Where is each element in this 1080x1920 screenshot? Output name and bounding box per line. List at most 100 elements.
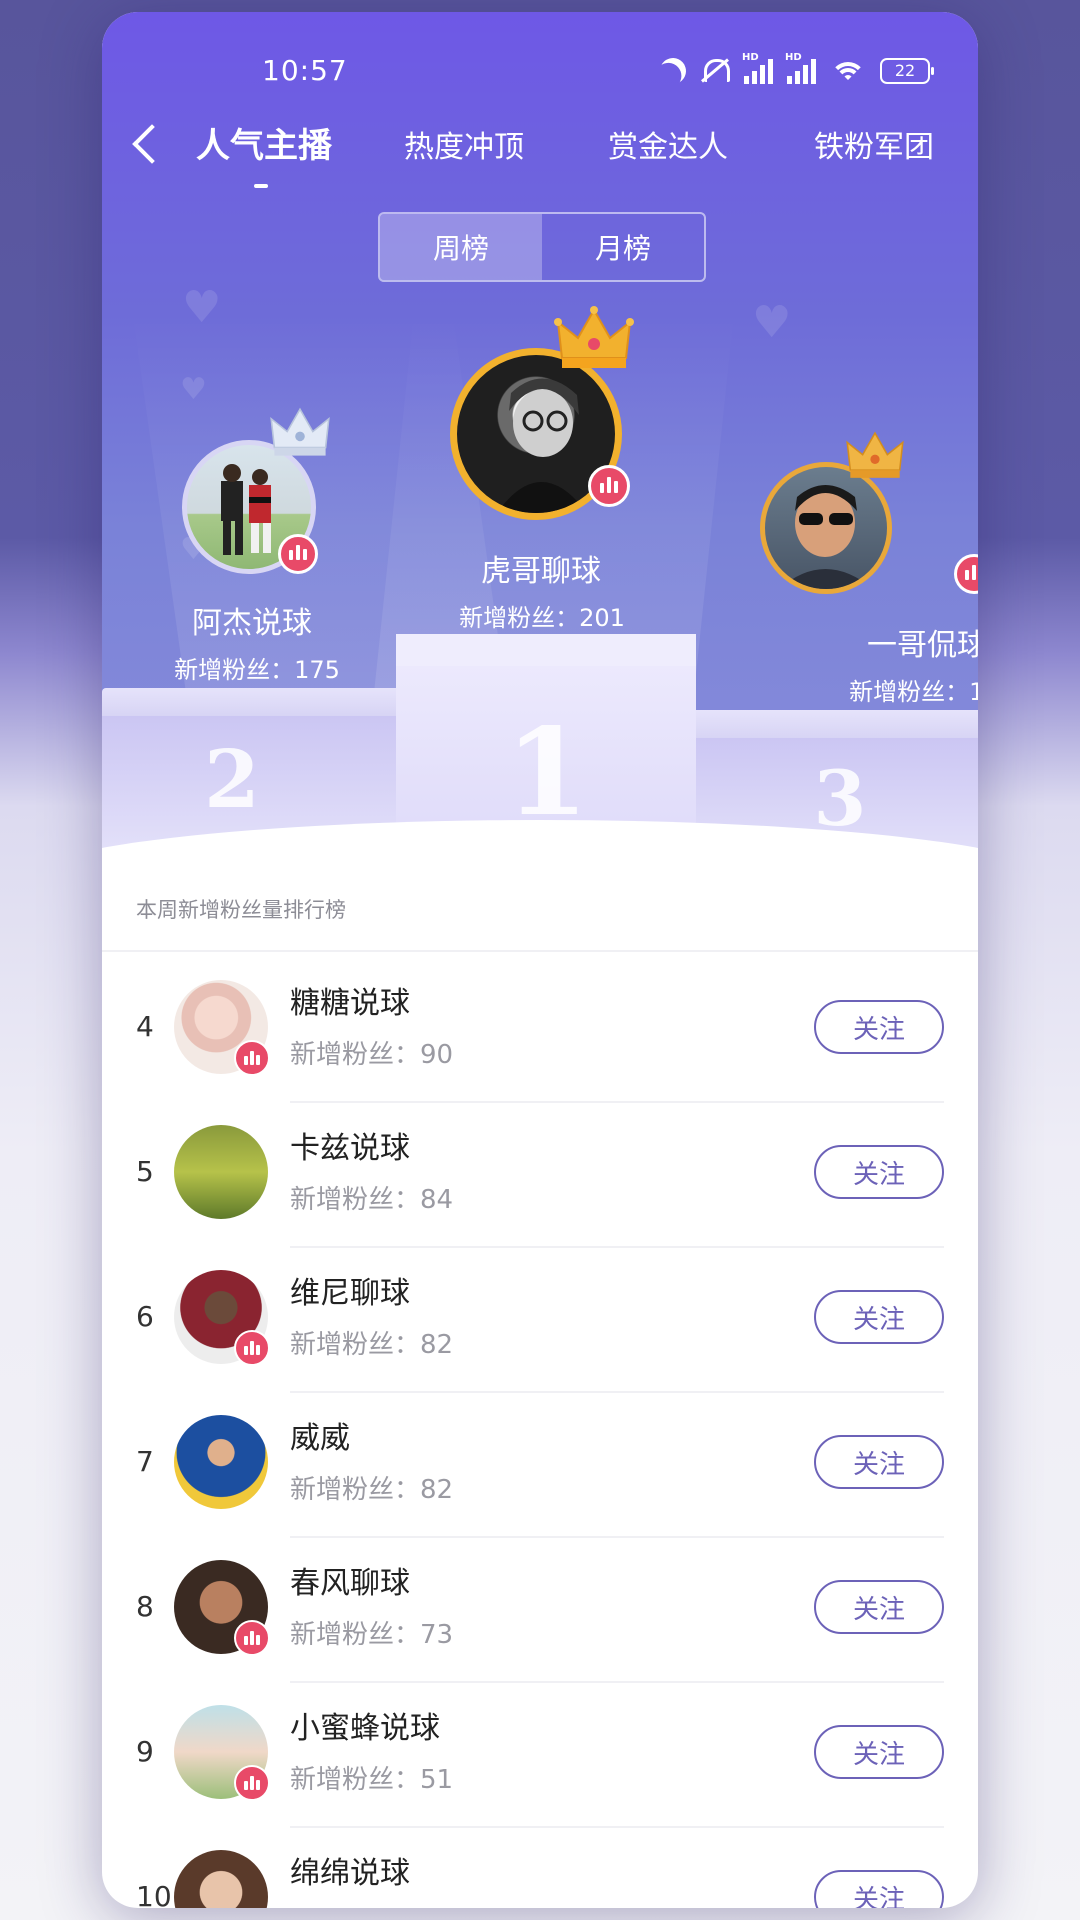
- anchor-name[interactable]: 糖糖说球: [290, 978, 410, 1022]
- anchor-name[interactable]: 威威: [290, 1413, 350, 1457]
- list-item[interactable]: 4 糖糖说球新增粉丝：90 关注: [102, 958, 978, 1103]
- first-fans: 新增粉丝：201: [392, 598, 692, 633]
- fans-label: 新增粉丝：: [849, 678, 970, 706]
- heart-decoration-icon: ♥: [182, 282, 222, 333]
- heart-decoration-icon: ♥: [752, 297, 792, 348]
- rank-number: 6: [136, 1300, 154, 1333]
- fans-value: 175: [294, 656, 340, 684]
- anchor-fans: 新增粉丝：47: [290, 1904, 453, 1908]
- first-name[interactable]: 虎哥聊球: [436, 546, 646, 590]
- list-item[interactable]: 8 春风聊球新增粉丝：73 关注: [102, 1538, 978, 1683]
- list-item[interactable]: 6 维尼聊球新增粉丝：82 关注: [102, 1248, 978, 1393]
- active-tab-indicator: [254, 184, 268, 188]
- hd-label: HD: [742, 52, 759, 63]
- fans-label: 新增粉丝：: [290, 1185, 421, 1215]
- fans-value: 73: [420, 1620, 454, 1650]
- leaderboard-hero: ♥ ♥ ♥ ♥ 10:57 HD HD 22 人气主播 热度冲顶 赏金达人 铁粉…: [102, 12, 978, 872]
- live-badge-icon: [234, 1620, 270, 1656]
- anchor-name[interactable]: 小蜜蜂说球: [290, 1703, 440, 1747]
- anchor-fans: 新增粉丝：73: [290, 1614, 453, 1651]
- stage-1-top: [396, 634, 696, 668]
- fans-label: 新增粉丝：: [459, 604, 580, 632]
- anchor-name[interactable]: 绵绵说球: [290, 1848, 410, 1892]
- avatar[interactable]: [174, 1850, 268, 1908]
- silver-crown-icon: [270, 407, 330, 456]
- anchor-fans: 新增粉丝：51: [290, 1759, 453, 1796]
- follow-button[interactable]: 关注: [814, 1580, 944, 1634]
- follow-button[interactable]: 关注: [814, 1290, 944, 1344]
- fans-value: 201: [579, 604, 625, 632]
- avatar-photo: [779, 485, 873, 589]
- app-screen: ♥ ♥ ♥ ♥ 10:57 HD HD 22 人气主播 热度冲顶 赏金达人 铁粉…: [102, 12, 978, 1908]
- signal-icon: HD: [742, 52, 773, 84]
- rank-number: 7: [136, 1445, 154, 1478]
- stage-2-top: [102, 688, 396, 718]
- anchor-fans: 新增粉丝：84: [290, 1179, 453, 1216]
- anchor-name[interactable]: 卡兹说球: [290, 1123, 410, 1167]
- period-switcher: 周榜 月榜: [378, 212, 706, 282]
- list-item[interactable]: 9 小蜜蜂说球新增粉丝：51 关注: [102, 1683, 978, 1828]
- third-fans: 新增粉丝：145: [792, 672, 978, 707]
- moon-icon: [656, 54, 689, 87]
- anchor-fans: 新增粉丝：90: [290, 1034, 453, 1071]
- wifi-icon: [830, 58, 866, 84]
- status-icons: HD HD 22: [660, 52, 934, 86]
- battery-icon: 22: [880, 58, 934, 84]
- follow-button[interactable]: 关注: [814, 1870, 944, 1908]
- status-bar: 10:57 HD HD 22: [102, 12, 978, 112]
- rank-number: 5: [136, 1155, 154, 1188]
- divider: [102, 950, 978, 952]
- follow-button[interactable]: 关注: [814, 1725, 944, 1779]
- anchor-name[interactable]: 春风聊球: [290, 1558, 410, 1602]
- anchor-fans: 新增粉丝：82: [290, 1324, 453, 1361]
- list-caption: 本周新增粉丝量排行榜: [136, 898, 346, 922]
- fans-label: 新增粉丝：: [290, 1765, 421, 1795]
- rank-number: 10: [136, 1880, 172, 1908]
- list-item[interactable]: 7 威威新增粉丝：82 关注: [102, 1393, 978, 1538]
- live-badge-icon: [234, 1040, 270, 1076]
- fans-value: 51: [420, 1765, 454, 1795]
- third-name[interactable]: 一哥侃球: [822, 620, 978, 664]
- tab-loyal-fans[interactable]: 铁粉军团: [814, 122, 934, 166]
- rank-number: 8: [136, 1590, 154, 1623]
- anchor-name[interactable]: 维尼聊球: [290, 1268, 410, 1312]
- fans-label: 新增粉丝：: [174, 656, 295, 684]
- follow-button[interactable]: 关注: [814, 1435, 944, 1489]
- live-badge-icon: [278, 534, 318, 574]
- rank-number: 4: [136, 1010, 154, 1043]
- tab-popular-anchor[interactable]: 人气主播: [196, 118, 332, 167]
- anchor-fans: 新增粉丝：82: [290, 1469, 453, 1506]
- second-name[interactable]: 阿杰说球: [142, 598, 362, 642]
- list-item[interactable]: 10 绵绵说球新增粉丝：47 关注: [102, 1828, 978, 1908]
- fans-label: 新增粉丝：: [290, 1330, 421, 1360]
- stage-2-number: 2: [204, 732, 260, 826]
- fans-value: 90: [420, 1040, 454, 1070]
- fans-value: 84: [420, 1185, 454, 1215]
- fans-value: 82: [420, 1330, 454, 1360]
- follow-button[interactable]: 关注: [814, 1145, 944, 1199]
- tab-bounty-master[interactable]: 赏金达人: [608, 122, 728, 166]
- signal-icon: HD: [785, 52, 816, 84]
- live-badge-icon: [234, 1765, 270, 1801]
- fans-value: 145: [969, 678, 978, 706]
- avatar[interactable]: [174, 1125, 268, 1219]
- fans-label: 新增粉丝：: [290, 1475, 421, 1505]
- muted-bell-icon: [700, 56, 730, 86]
- gold-crown-icon: [554, 306, 634, 368]
- live-badge-icon: [954, 554, 978, 594]
- rank-number: 9: [136, 1735, 154, 1768]
- back-arrow-icon[interactable]: [132, 124, 172, 164]
- tab-hot-rise[interactable]: 热度冲顶: [404, 122, 524, 166]
- second-fans: 新增粉丝：175: [112, 650, 402, 685]
- list-item[interactable]: 5 卡兹说球新增粉丝：84 关注: [102, 1103, 978, 1248]
- bronze-crown-icon: [846, 431, 904, 478]
- fans-value: 82: [420, 1475, 454, 1505]
- status-time: 10:57: [262, 54, 348, 87]
- tab-weekly[interactable]: 周榜: [380, 214, 542, 280]
- hd-label: HD: [785, 52, 802, 63]
- follow-button[interactable]: 关注: [814, 1000, 944, 1054]
- stage-3-top: [696, 710, 978, 740]
- avatar[interactable]: [174, 1415, 268, 1509]
- tab-monthly[interactable]: 月榜: [542, 214, 704, 280]
- fans-label: 新增粉丝：: [290, 1620, 421, 1650]
